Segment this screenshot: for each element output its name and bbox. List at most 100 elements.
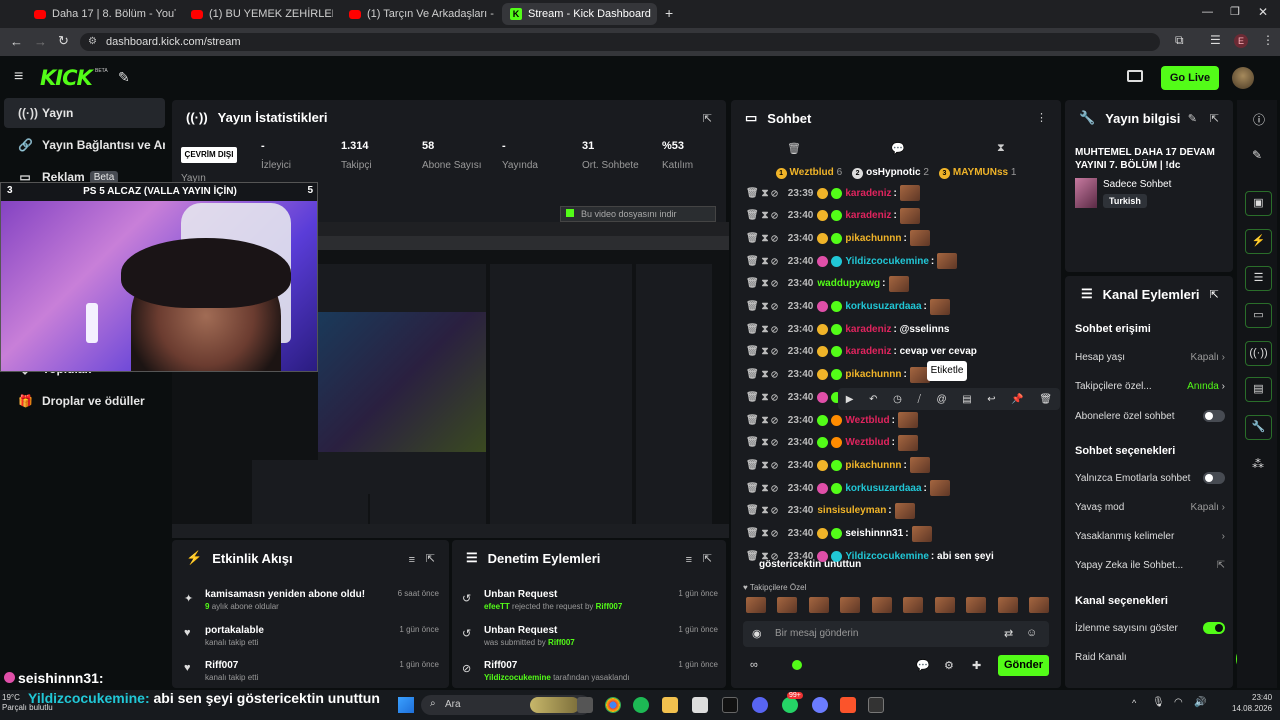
puzzle-icon[interactable]: ✚ (972, 659, 981, 672)
chat-message[interactable]: 🗑 ⧗ ⊘ 23:40 pikachunnn: (746, 366, 930, 384)
popout-icon[interactable]: ⇱ (426, 552, 435, 565)
translate-icon[interactable]: ⇄ (1004, 627, 1013, 640)
rail-chat-button[interactable]: ▭ (1245, 303, 1272, 328)
trash-icon[interactable]: 🗑 (787, 142, 801, 155)
rail-list-button[interactable]: ☰ (1245, 266, 1272, 291)
emote[interactable] (808, 597, 829, 613)
emote[interactable] (903, 597, 924, 613)
activity-item[interactable]: portakalable kanalı takip etti 1 gün önce (205, 625, 439, 655)
popout-icon[interactable]: ⇱ (703, 552, 712, 565)
new-tab-icon[interactable]: + (665, 5, 673, 21)
browser-tab[interactable]: (1) Tarçın Ve Arkadaşları - Jene✕ (341, 3, 497, 25)
volume-icon[interactable]: 🔊 (1194, 697, 1206, 708)
chat-message[interactable]: 🗑 ⧗ ⊘ 23:40 karadeniz: cevap ver cevap (746, 343, 977, 361)
setting-ai-chat[interactable]: Yapay Zeka ile Sohbet... ⇱ (1075, 560, 1225, 571)
kick-logo[interactable]: KICK (40, 66, 93, 90)
mod-controls-icon[interactable]: 🗑 ⧗ ⊘ (746, 483, 778, 494)
browser-tab[interactable]: Daha 17 | 8. Bölüm - YouTube✕ (26, 3, 176, 25)
emote[interactable] (966, 597, 987, 613)
moderation-item[interactable]: Unban Request efeeTT rejected the request… (484, 589, 718, 619)
mod-controls-icon[interactable]: 🗑 ⧗ ⊘ (746, 210, 778, 221)
chat-message[interactable]: 🗑 ⧗ ⊘ 23:40 waddupyawg: (746, 275, 909, 293)
slash-icon[interactable]: ⧸ (917, 394, 920, 405)
mod-controls-icon[interactable]: 🗑 ⧗ ⊘ (746, 392, 778, 403)
mod-controls-icon[interactable]: 🗑 ⧗ ⊘ (746, 233, 778, 244)
chat-bubble-icon[interactable]: 💬 (891, 142, 905, 155)
mod-controls-icon[interactable]: 🗑 ⧗ ⊘ (746, 278, 778, 289)
popout-icon[interactable]: ⇱ (1209, 288, 1218, 301)
microphone-icon[interactable]: 🎙 (1152, 697, 1165, 708)
chat-message[interactable]: 🗑 ⧗ ⊘ 23:40 korkusuzardaaa: (746, 479, 950, 497)
send-button[interactable]: Gönder (998, 655, 1049, 676)
spotify-icon[interactable] (633, 697, 649, 713)
reading-list-icon[interactable]: ☰ (1210, 33, 1221, 47)
chat-message[interactable]: 🗑 ⧗ ⊘ 23:40 korkusuzardaaa: (746, 298, 950, 316)
mod-controls-icon[interactable]: 🗑 ⧗ ⊘ (746, 528, 778, 539)
mod-controls-icon[interactable]: 🗑 ⧗ ⊘ (746, 301, 778, 312)
copy-icon[interactable]: ▤ (962, 394, 971, 405)
tray-chevron-icon[interactable]: ^ (1132, 698, 1136, 708)
setting-subs-only[interactable]: Abonelere özel sohbet (1075, 410, 1225, 422)
chat-username[interactable]: karadeniz (845, 324, 891, 335)
mention-icon[interactable]: @ (936, 394, 946, 405)
chat-message[interactable]: 🗑 ⧗ ⊘ 23:40 (746, 388, 845, 406)
setting-raid[interactable]: Raid Kanalı (1075, 652, 1225, 663)
sidebar-item-stream[interactable]: ((·)) Yayın (4, 98, 165, 128)
app-icon[interactable] (812, 697, 828, 713)
show-viewers-toggle[interactable] (1203, 622, 1225, 634)
rail-broadcast-button[interactable]: ((·)) (1245, 341, 1272, 366)
close-icon[interactable]: ✕ (651, 8, 657, 21)
back-icon[interactable]: ← (10, 34, 23, 49)
chat-message[interactable]: 🗑 ⧗ ⊘ 23:40 Weztblud: (746, 434, 918, 452)
info-icon[interactable]: ⓘ (1253, 111, 1265, 128)
chat-message[interactable]: 🗑 ⧗ ⊘ 23:40 Weztblud: (746, 411, 918, 429)
site-info-icon[interactable]: ⚙ (88, 36, 97, 47)
chat-username[interactable]: karadeniz (845, 210, 891, 221)
category-label[interactable]: Sadece Sohbet (1103, 179, 1171, 190)
app-icon[interactable] (692, 697, 708, 713)
chat-username[interactable]: sinsisuleyman (817, 505, 886, 516)
chat-username[interactable]: waddupyawg (817, 278, 880, 289)
infinity-icon[interactable]: ∞ (750, 659, 758, 671)
settings-icon[interactable]: ⚙ (944, 659, 954, 672)
wifi-icon[interactable]: ◠ (1174, 697, 1183, 708)
screen-icon[interactable] (1127, 70, 1143, 82)
apps-icon[interactable]: ⁂ (1252, 457, 1264, 471)
mod-controls-icon[interactable]: 🗑 ⧗ ⊘ (746, 369, 778, 380)
minimize-icon[interactable]: — (1202, 6, 1213, 18)
mod-controls-icon[interactable]: 🗑 ⧗ ⊘ (746, 505, 778, 516)
browser-tab[interactable]: (1) BU YEMEK ZEHİRLER! EFE U✕ (183, 3, 333, 25)
chat-username[interactable]: korkusuzardaaa (845, 301, 921, 312)
chat-message[interactable]: 🗑 ⧗ ⊘ 23:40 karadeniz: (746, 207, 920, 225)
mod-controls-icon[interactable]: 🗑 ⧗ ⊘ (746, 460, 778, 471)
kick-badge-icon[interactable] (792, 660, 802, 670)
profile-avatar[interactable]: E (1234, 34, 1248, 48)
windows-start-icon[interactable] (398, 697, 414, 713)
rail-video-button[interactable]: ▣ (1245, 191, 1272, 216)
reply-icon[interactable]: ↩ (987, 394, 995, 405)
chat-username[interactable]: seishinnn31 (845, 528, 903, 539)
sidebar-item-stream-key[interactable]: 🔗Yayın Bağlantısı ve Anahtar (4, 130, 165, 160)
app-icon[interactable] (722, 697, 738, 713)
filter-icon[interactable]: ≡ (686, 554, 692, 566)
activity-item[interactable]: kamisamasn yeniden abone oldu! 9 aylık ab… (205, 589, 439, 619)
chat-username[interactable]: Weztblud (845, 437, 889, 448)
whatsapp-icon[interactable] (782, 697, 798, 713)
chat-message[interactable]: 🗑 ⧗ ⊘ 23:40 seishinnn31: (746, 525, 932, 543)
setting-followers-only[interactable]: Takipçilere özel... Anında › (1075, 381, 1225, 392)
rail-wrench-button[interactable]: 🔧 (1245, 415, 1272, 440)
delete-icon[interactable]: 🗑 (1039, 394, 1052, 405)
go-live-button[interactable]: Go Live (1161, 66, 1219, 90)
sidebar-item-drops[interactable]: 🎁 Droplar ve ödüller (4, 386, 165, 416)
setting-account-age[interactable]: Hesap yaşı Kapalı › (1075, 352, 1225, 363)
pin-icon[interactable]: 📌 (1011, 394, 1023, 405)
top-chatter[interactable]: 2 osHypnotic 2 (852, 167, 929, 183)
chat-message[interactable]: 🗑 ⧗ ⊘ 23:40 pikachunnn: (746, 456, 930, 474)
emote[interactable] (1028, 597, 1049, 613)
chat-message[interactable]: 🗑 ⧗ ⊘ 23:40 Yildizcocukemine: (746, 252, 958, 270)
chat-username[interactable]: pikachunnn (845, 460, 901, 471)
undo-icon[interactable]: ↶ (869, 394, 877, 405)
play-icon[interactable]: ▶ (846, 394, 854, 405)
popout-icon[interactable]: ⇱ (703, 112, 712, 125)
top-chatter[interactable]: 1 Weztblud 6 (775, 167, 842, 183)
